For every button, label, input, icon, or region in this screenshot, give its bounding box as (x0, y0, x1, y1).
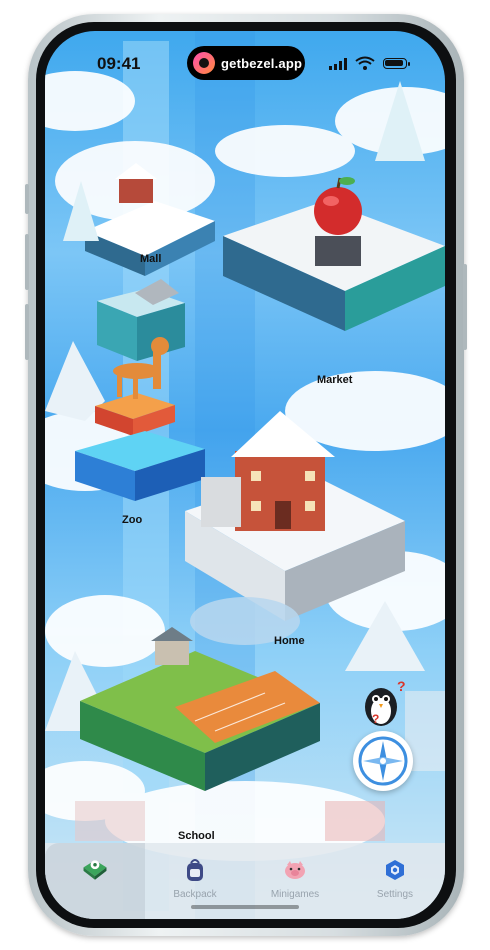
location-label-mall[interactable]: Mall (140, 253, 161, 265)
home-indicator (191, 905, 299, 909)
backpack-icon (180, 855, 210, 885)
map-pin-icon (80, 855, 110, 885)
volume-up-button (25, 234, 29, 290)
bezel-logo-icon (193, 52, 215, 74)
app-screen: 09:41 getbezel.app Mall Market Zoo Home … (45, 31, 445, 919)
volume-down-button (25, 304, 29, 360)
status-time: 09:41 (97, 54, 141, 73)
hexagon-gear-icon (380, 855, 410, 885)
pig-icon (280, 855, 310, 885)
tab-label-settings: Settings (376, 889, 414, 900)
tab-label-minigames: Minigames (270, 889, 320, 900)
tab-label-backpack: Backpack (173, 889, 217, 900)
island-url: getbezel.app (221, 55, 303, 71)
penguin-helper-icon[interactable]: ? ? (357, 677, 409, 729)
power-button (463, 264, 467, 350)
dynamic-island: getbezel.app (187, 46, 305, 80)
silent-switch (25, 184, 29, 214)
svg-text:?: ? (397, 678, 406, 694)
svg-text:?: ? (372, 712, 379, 726)
tab-settings[interactable]: Settings (345, 843, 445, 919)
tab-map[interactable] (45, 843, 145, 919)
location-label-home[interactable]: Home (274, 635, 305, 647)
compass-button[interactable] (353, 731, 413, 791)
cellular-signal-icon (329, 58, 347, 70)
compass-icon (358, 736, 408, 786)
market-island (223, 177, 445, 331)
location-label-zoo[interactable]: Zoo (122, 514, 142, 526)
wifi-icon (355, 56, 375, 70)
mall-island (97, 279, 185, 361)
location-label-school[interactable]: School (178, 830, 215, 842)
location-label-market[interactable]: Market (317, 374, 352, 386)
battery-icon (383, 58, 410, 69)
status-bar: 09:41 getbezel.app (45, 31, 445, 89)
